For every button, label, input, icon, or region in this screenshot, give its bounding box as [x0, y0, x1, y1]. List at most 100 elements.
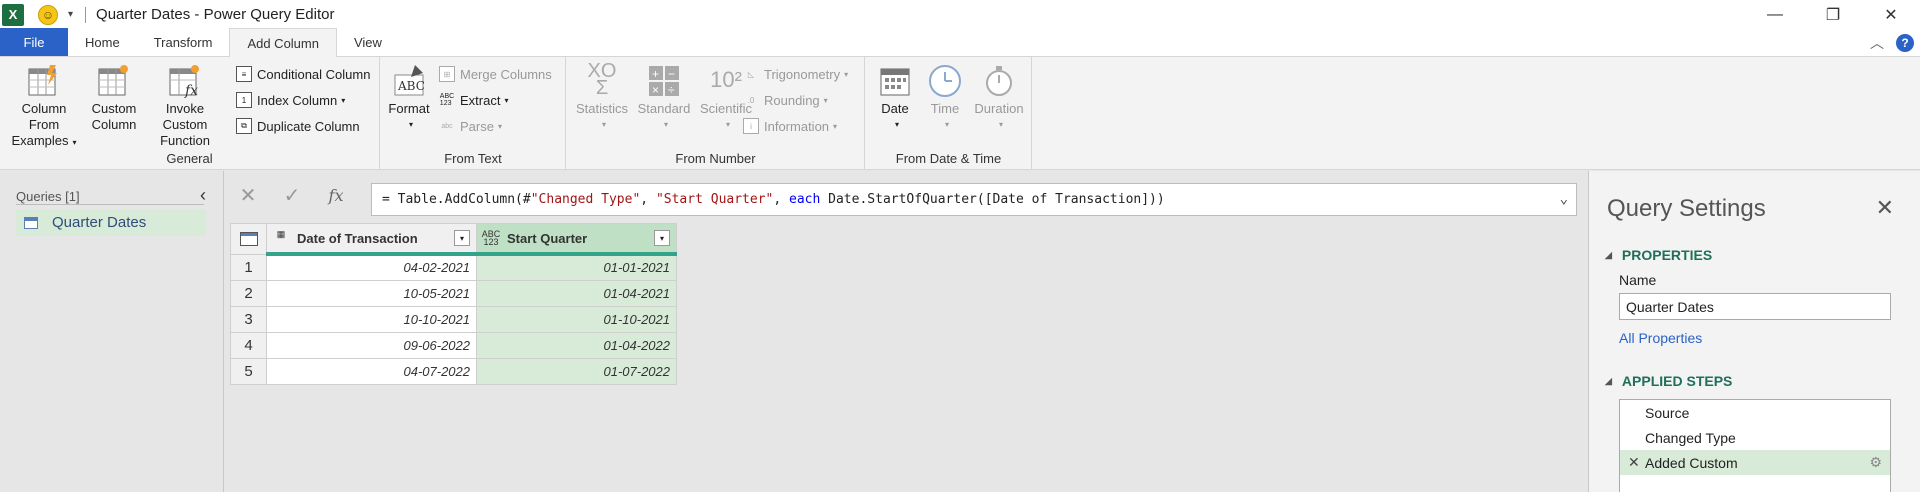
queries-header: Queries [1]	[16, 189, 80, 204]
table-row: 2 10-05-2021 01-04-2021	[230, 279, 677, 307]
statistics-button[interactable]: XO Σ Statistics ▾	[571, 61, 633, 133]
name-label: Name	[1619, 272, 1657, 288]
statistics-label: Statistics	[575, 101, 628, 116]
svg-text:fx: fx	[184, 83, 198, 99]
cell-start-quarter[interactable]: 01-04-2022	[476, 331, 677, 359]
step-source[interactable]: Source	[1620, 400, 1890, 425]
date-label: Date	[881, 101, 909, 116]
merge-columns-icon: ⊞	[439, 66, 455, 82]
column-from-examples-button[interactable]: Column From Examples ▾	[8, 63, 80, 151]
collapse-pane-icon[interactable]: ‹	[200, 185, 206, 206]
expand-formula-icon[interactable]: ⌄	[1560, 191, 1568, 207]
svg-text:ABC: ABC	[397, 79, 425, 93]
filter-dropdown-icon[interactable]: ▾	[654, 230, 670, 246]
column-header-start-quarter[interactable]: ABC 123 Start Quarter ▾	[476, 223, 677, 256]
restore-icon[interactable]: ❐	[1804, 0, 1862, 29]
query-name-input[interactable]	[1619, 293, 1891, 320]
cell-start-quarter[interactable]: 01-07-2022	[476, 357, 677, 385]
ribbon-tabs: File Home Transform Add Column View ︿ ?	[0, 28, 1920, 57]
smiley-feedback-icon[interactable]: ☺	[38, 4, 58, 25]
formula-input[interactable]: = Table.AddColumn(# "Changed Type", "Star…	[371, 183, 1577, 216]
tab-add-column[interactable]: Add Column	[229, 28, 337, 57]
time-button[interactable]: Time ▾	[920, 63, 970, 133]
query-item[interactable]: Quarter Dates	[16, 209, 206, 236]
invoke-custom-function-label-2: Function	[160, 133, 210, 148]
group-label-from-text: From Text	[444, 151, 502, 166]
index-column-button[interactable]: 1 Index Column ▾	[236, 89, 345, 111]
column-from-examples-icon	[26, 63, 62, 97]
quick-access-dropdown-icon[interactable]: ▾	[68, 9, 73, 20]
column-header-date-of-transaction[interactable]: ▦ Date of Transaction ▾	[266, 223, 477, 256]
row-number: 4	[230, 331, 267, 359]
tab-transform[interactable]: Transform	[137, 28, 230, 56]
table-row: 4 09-06-2022 01-04-2022	[230, 331, 677, 359]
trigonometry-button[interactable]: ◺ Trigonometry ▾	[743, 63, 848, 85]
fx-icon[interactable]: fx	[321, 180, 351, 210]
cell-start-quarter[interactable]: 01-04-2021	[476, 279, 677, 307]
gear-icon[interactable]: ⚙	[1869, 454, 1882, 471]
format-button[interactable]: ABC Format ▾	[387, 63, 431, 133]
applied-steps-section[interactable]: ◢ APPLIED STEPS	[1605, 373, 1732, 389]
information-button[interactable]: i Information ▾	[743, 115, 837, 137]
duplicate-column-button[interactable]: ⧉ Duplicate Column	[236, 115, 360, 137]
parse-button[interactable]: abc Parse ▾	[439, 115, 502, 137]
scientific-icon: 10²	[710, 67, 742, 92]
group-label-general: General	[166, 151, 213, 166]
custom-column-button[interactable]: Custom Column	[86, 63, 142, 133]
collapse-ribbon-icon[interactable]: ︿	[1866, 33, 1888, 53]
custom-column-icon	[96, 63, 132, 97]
group-label-from-date-time: From Date & Time	[895, 151, 1002, 166]
invoke-custom-function-button[interactable]: fx Invoke Custom Function	[142, 63, 228, 149]
all-properties-link[interactable]: All Properties	[1619, 330, 1702, 346]
excel-app-icon: X	[2, 3, 24, 26]
delete-step-icon[interactable]: ✕	[1628, 454, 1640, 471]
step-added-custom[interactable]: ✕ Added Custom ⚙	[1620, 450, 1890, 475]
cell-start-quarter[interactable]: 01-10-2021	[476, 305, 677, 333]
tab-home[interactable]: Home	[68, 28, 137, 56]
step-changed-type[interactable]: Changed Type	[1620, 425, 1890, 450]
group-general: Column From Examples ▾ Custom Column fx I…	[0, 57, 380, 170]
row-number: 1	[230, 253, 267, 281]
cell-start-quarter[interactable]: 01-01-2021	[476, 253, 677, 281]
standard-button[interactable]: + − × ÷ Standard ▾	[633, 63, 695, 133]
minimize-icon[interactable]: —	[1746, 0, 1804, 29]
tab-file[interactable]: File	[0, 28, 68, 56]
invoke-custom-function-label-1: Invoke Custom	[162, 101, 208, 132]
help-icon[interactable]: ?	[1896, 34, 1914, 52]
confirm-formula-icon[interactable]: ✓	[277, 180, 307, 210]
svg-text:÷: ÷	[668, 83, 675, 97]
data-grid: ▦ Date of Transaction ▾ ABC 123 Start Qu…	[230, 223, 677, 385]
cancel-formula-icon[interactable]: ✕	[233, 180, 263, 210]
invoke-custom-function-icon: fx	[167, 63, 203, 99]
duration-button[interactable]: Duration ▾	[970, 63, 1028, 133]
time-label: Time	[930, 101, 960, 116]
information-icon: i	[743, 118, 759, 134]
cell-date-of-transaction[interactable]: 09-06-2022	[266, 331, 477, 359]
cell-date-of-transaction[interactable]: 10-05-2021	[266, 279, 477, 307]
cell-date-of-transaction[interactable]: 04-07-2022	[266, 357, 477, 385]
close-icon[interactable]: ✕	[1876, 195, 1894, 221]
table-menu-button[interactable]	[230, 223, 267, 255]
title-separator	[85, 6, 87, 23]
group-label-from-number: From Number	[675, 151, 756, 166]
conditional-column-button[interactable]: ≡ Conditional Column	[236, 63, 370, 85]
extract-button[interactable]: ABC 123 Extract ▾	[439, 89, 509, 111]
cell-date-of-transaction[interactable]: 10-10-2021	[266, 305, 477, 333]
rounding-icon: .0	[747, 95, 755, 105]
filter-dropdown-icon[interactable]: ▾	[454, 230, 470, 246]
tab-view[interactable]: View	[337, 28, 399, 56]
rounding-button[interactable]: .0 Rounding ▾	[743, 89, 828, 111]
table-row: 3 10-10-2021 01-10-2021	[230, 305, 677, 333]
merge-columns-button[interactable]: ⊞ Merge Columns	[439, 63, 552, 85]
row-number: 2	[230, 279, 267, 307]
duplicate-column-icon: ⧉	[236, 118, 252, 134]
applied-steps-list: Source Changed Type ✕ Added Custom ⚙	[1619, 399, 1891, 492]
properties-section[interactable]: ◢ PROPERTIES	[1605, 247, 1712, 263]
calendar-icon: ▦	[276, 229, 286, 239]
cell-date-of-transaction[interactable]: 04-02-2021	[266, 253, 477, 281]
stopwatch-icon	[981, 63, 1017, 97]
date-button[interactable]: Date ▾	[870, 63, 920, 133]
standard-icon: + − × ÷	[646, 63, 682, 97]
close-icon[interactable]: ✕	[1862, 0, 1920, 29]
table-icon	[24, 216, 38, 229]
